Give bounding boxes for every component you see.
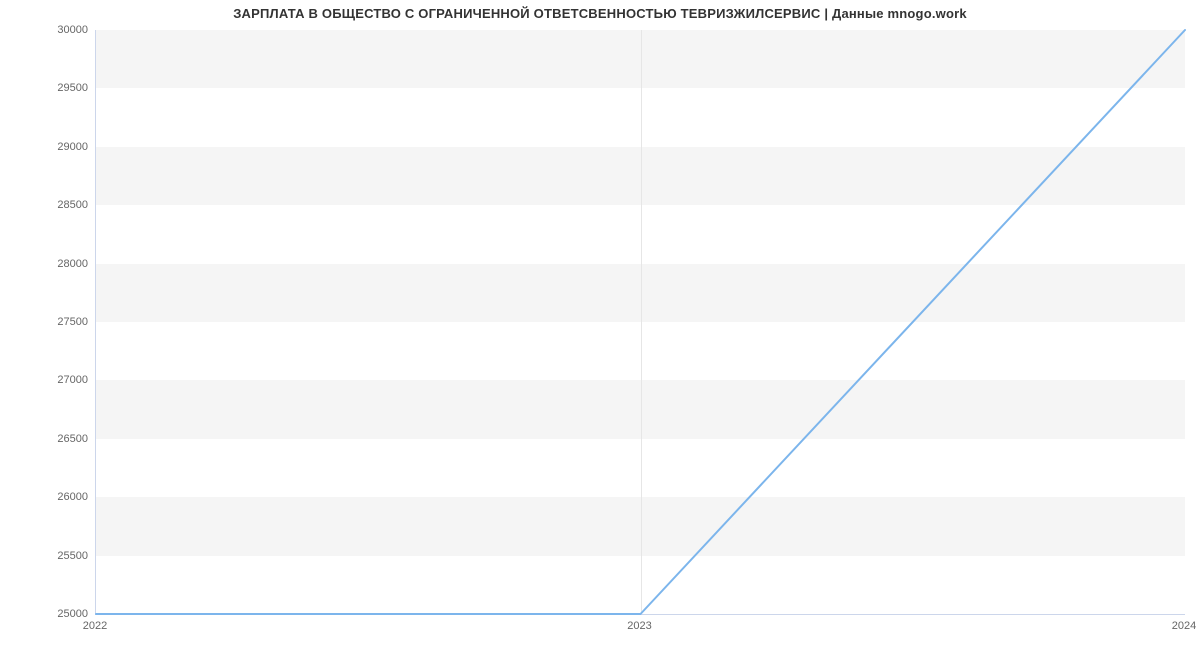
x-tick-label: 2024 (1172, 620, 1196, 632)
chart-title: ЗАРПЛАТА В ОБЩЕСТВО С ОГРАНИЧЕННОЙ ОТВЕТ… (0, 6, 1200, 21)
y-tick-label: 29500 (8, 82, 88, 94)
y-tick-label: 29000 (8, 141, 88, 153)
y-tick-label: 27500 (8, 316, 88, 328)
y-tick-label: 28000 (8, 258, 88, 270)
y-tick-label: 28500 (8, 199, 88, 211)
x-tick-label: 2022 (83, 620, 107, 632)
line-series-layer (96, 30, 1185, 614)
y-tick-label: 27000 (8, 374, 88, 386)
y-tick-label: 25500 (8, 550, 88, 562)
y-tick-label: 26000 (8, 491, 88, 503)
chart-container: ЗАРПЛАТА В ОБЩЕСТВО С ОГРАНИЧЕННОЙ ОТВЕТ… (0, 0, 1200, 650)
plot-area (95, 30, 1185, 615)
x-tick-label: 2023 (627, 620, 651, 632)
y-tick-label: 25000 (8, 608, 88, 620)
y-tick-label: 26500 (8, 433, 88, 445)
salary-line (96, 30, 1185, 614)
y-tick-label: 30000 (8, 24, 88, 36)
